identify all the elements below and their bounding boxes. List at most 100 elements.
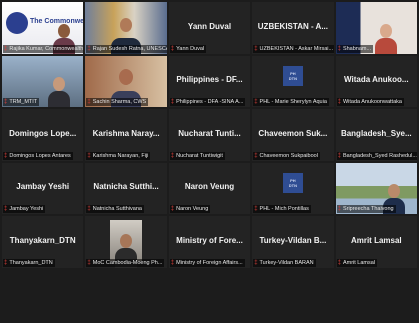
participant-label-text: PHL - Mich Pontillas [259, 206, 309, 212]
participant-label: ‡ Nucharat Tuntiwigit [169, 151, 225, 160]
participant-label: ‡ Yann Duval [169, 44, 207, 53]
participant-tile[interactable]: Karishma Naray... ‡ Karishma Narayan, Fiji [85, 109, 167, 161]
participant-name: Naron Veung [184, 182, 235, 192]
participant-label: ‡ Witada Anukoonwattaka [336, 98, 404, 106]
participant-tile[interactable]: Ministry of Fore... ‡ Ministry of Foreign … [168, 216, 251, 268]
muted-mic-icon: ‡ [4, 99, 8, 105]
participant-label: ‡ Turkey-Vildan BARAN [253, 258, 316, 267]
muted-mic-icon: ‡ [254, 99, 258, 105]
participant-tile[interactable]: Domingos Lope... ‡ Domingos Lopes Antares [2, 109, 84, 161]
muted-mic-icon: ‡ [170, 259, 175, 266]
participant-label: ‡ Shabnam... [336, 44, 374, 53]
participant-name: Witada Anukoo... [344, 75, 409, 85]
muted-mic-icon: ‡ [87, 45, 91, 52]
muted-mic-icon: ‡ [4, 152, 8, 159]
organization-logo-icon: PH DTN [282, 173, 303, 194]
participant-label-text: PHL - Marie Sherylyn Aquia [259, 99, 327, 105]
participant-label: ‡ PHL - Mich Pontillas [253, 205, 311, 213]
participant-name: Thanyakarn_DTN [9, 235, 76, 245]
muted-mic-icon: ‡ [337, 259, 341, 266]
participant-label: ‡ Ministry of Foreign Affairs... [169, 258, 245, 267]
participant-tile[interactable]: ‡ MoC Cambodia-Moeng Ph... [85, 216, 167, 268]
participant-label-text: Domingos Lopes Antares [9, 152, 71, 159]
organization-logo-icon: PH DTN [282, 66, 303, 87]
participant-label: ‡ Bangladesh_Syed Rashedul... [336, 151, 417, 160]
participant-label: ‡ Jambay Yeshi [3, 205, 46, 213]
participant-name: UZBEKISTAN - A... [257, 21, 328, 31]
participant-tile[interactable]: Naron Veung ‡ Naron Veung [168, 162, 251, 214]
participant-label: ‡ Philippines - DFA -SINA A... [169, 98, 246, 106]
participant-label-text: MoC Cambodia-Moeng Ph... [92, 259, 163, 266]
participant-label-text: Karishma Narayan, Fiji [92, 152, 149, 159]
participant-tile[interactable]: ‡ Sripreecha Thaivong [335, 162, 417, 214]
participant-tile[interactable]: ‡ Rajan Sudesh Ratna, UNESCAP [85, 2, 167, 54]
participant-name: Turkey-Vildan B... [259, 235, 327, 245]
participant-label-text: TRM_MTIT [9, 99, 38, 105]
muted-mic-icon: ‡ [254, 206, 258, 212]
participant-tile[interactable]: The Commonwealth‡Rajika Kumar, Commonwea… [2, 2, 84, 54]
muted-mic-icon: ‡ [87, 206, 91, 212]
participant-label-text: Ministry of Foreign Affairs... [176, 259, 243, 266]
participant-label: ‡ TRM_MTIT [3, 98, 40, 106]
participant-label-text: Witada Anukoonwattaka [342, 99, 402, 105]
participant-tile[interactable]: PH DTN ‡ PHL - Marie Sherylyn Aquia [252, 55, 334, 107]
participant-tile[interactable]: Turkey-Vildan B... ‡ Turkey-Vildan BARAN [252, 216, 334, 268]
participant-label-text: Sachin Sharma, CWS [92, 99, 147, 105]
participant-tile[interactable]: Witada Anukoo... ‡ Witada Anukoonwattaka [335, 55, 417, 107]
participant-name: Chaveemon Suk... [258, 128, 328, 138]
participant-label-text: Sripreecha Thaivong [342, 206, 394, 212]
participant-label-text: Yann Duval [176, 45, 205, 52]
participant-label-text: Bangladesh_Syed Rashedul... [342, 152, 417, 159]
participant-label: ‡ Sachin Sharma, CWS [86, 98, 149, 106]
muted-mic-icon: ‡ [170, 99, 175, 105]
participant-name: Philippines - DF... [176, 75, 243, 85]
participant-label-text: Turkey-Vildan BARAN [259, 259, 314, 266]
participant-tile[interactable]: ‡ Shabnam... [335, 2, 417, 54]
muted-mic-icon: ‡ [254, 152, 258, 159]
participant-label: ‡ Sripreecha Thaivong [336, 205, 396, 213]
participant-label: ‡ Domingos Lopes Antares [3, 151, 73, 160]
participant-name: Amrit Lamsal [350, 235, 402, 245]
participant-tile[interactable]: PH DTN ‡ PHL - Mich Pontillas [252, 162, 334, 214]
participant-label-text: Thanyakarn_DTN [9, 259, 53, 266]
participant-tile[interactable]: Bangladesh_Sye... ‡ Bangladesh_Syed Rashed… [335, 109, 417, 161]
muted-mic-icon: ‡ [87, 152, 91, 159]
muted-mic-icon: ‡ [337, 99, 341, 105]
participant-tile[interactable]: Jambay Yeshi ‡ Jambay Yeshi [2, 162, 84, 214]
participant-tile[interactable]: UZBEKISTAN - A... ‡ UZBEKISTAN - Askar Mir… [252, 2, 334, 54]
participant-label-text: Philippines - DFA -SINA A... [176, 99, 244, 105]
muted-mic-icon: ‡ [87, 259, 91, 266]
participant-tile[interactable]: Thanyakarn_DTN ‡ Thanyakarn_DTN [2, 216, 84, 268]
muted-mic-icon: ‡ [170, 45, 175, 52]
participant-label-text: Shabnam... [342, 45, 372, 52]
participant-label: ‡ Rajan Sudesh Ratna, UNESCAP [86, 44, 167, 53]
participant-tile[interactable]: ‡ TRM_MTIT [2, 55, 84, 107]
participant-name: Yann Duval [187, 21, 232, 31]
participant-label: ‡ Naron Veung [169, 205, 211, 213]
muted-mic-icon: ‡ [87, 99, 91, 105]
muted-mic-icon: ‡ [4, 45, 8, 52]
participant-tile[interactable]: ‡ Sachin Sharma, CWS [85, 55, 167, 107]
participant-label: ‡ Thanyakarn_DTN [3, 258, 55, 267]
participant-label: ‡ Rajika Kumar, Commonwealth [3, 44, 84, 53]
muted-mic-icon: ‡ [254, 45, 258, 52]
muted-mic-icon: ‡ [4, 259, 8, 266]
participant-label-text: Jambay Yeshi [9, 206, 44, 212]
participant-tile[interactable]: Amrit Lamsal ‡ Amrit Lamsal [335, 216, 417, 268]
participant-label: ‡ Natnicha Sutthivana [86, 205, 144, 213]
participant-label: ‡ Amrit Lamsal [336, 258, 378, 267]
participant-tile[interactable]: Nucharat Tunti... ‡ Nucharat Tuntiwigit [168, 109, 251, 161]
participant-tile[interactable]: Yann Duval ‡ Yann Duval [168, 2, 251, 54]
participant-label: ‡ UZBEKISTAN - Askar Mirsai... [253, 44, 334, 53]
participant-name: Nucharat Tunti... [178, 128, 241, 138]
participant-tile[interactable]: Natnicha Sutthi... ‡ Natnicha Sutthivana [85, 162, 167, 214]
participant-label: ‡ Karishma Narayan, Fiji [86, 151, 151, 160]
participant-label-text: Rajika Kumar, Commonwealth [9, 45, 84, 52]
muted-mic-icon: ‡ [4, 206, 8, 212]
participant-name: Domingos Lope... [9, 128, 77, 138]
participant-gallery: The Commonwealth‡Rajika Kumar, Commonwea… [0, 0, 419, 323]
muted-mic-icon: ‡ [170, 206, 175, 212]
muted-mic-icon: ‡ [254, 259, 258, 266]
participant-tile[interactable]: Philippines - DF... ‡ Philippines - DFA -S… [168, 55, 251, 107]
participant-tile[interactable]: Chaveemon Suk... ‡ Chaveemon Sukpaibool [252, 109, 334, 161]
